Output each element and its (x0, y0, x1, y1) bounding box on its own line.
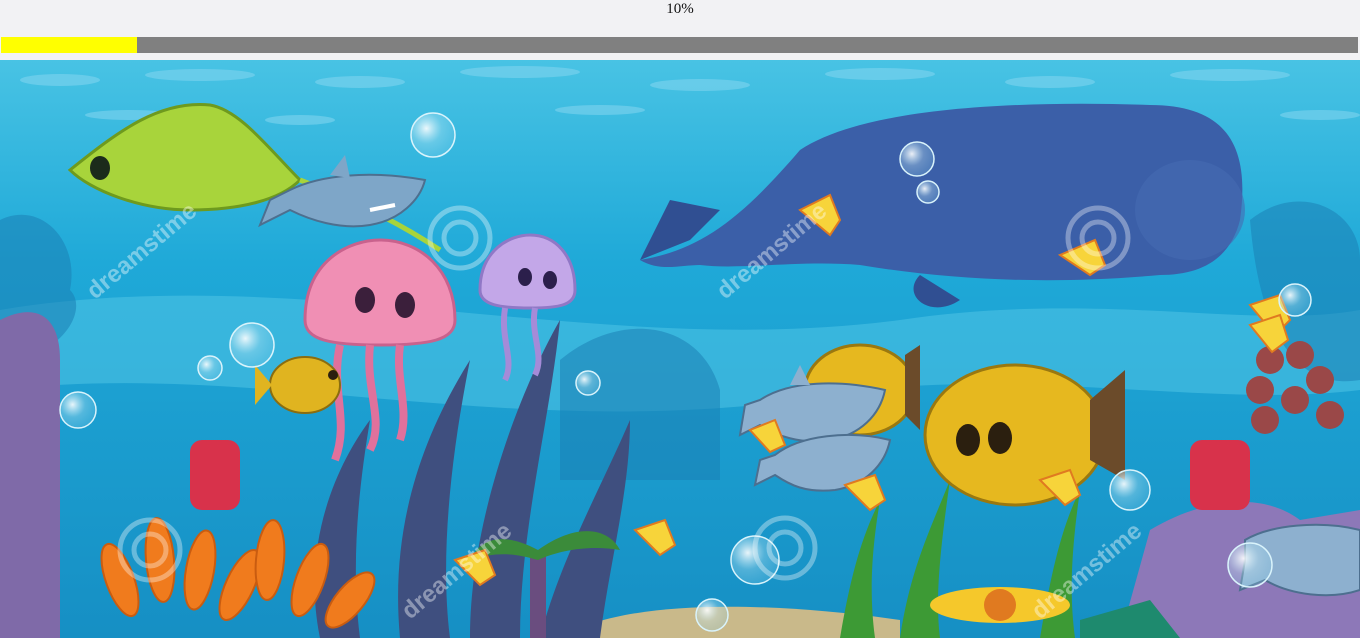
progress-bar-track (1, 37, 1358, 53)
hud-bar: 10% (0, 0, 1360, 60)
progress-percent-label: 10% (666, 1, 694, 17)
progress-bar-fill (1, 37, 137, 53)
left-rock (0, 312, 60, 638)
game-scene[interactable]: dreamstime dreamstime dreamstime dreamst… (0, 60, 1360, 638)
